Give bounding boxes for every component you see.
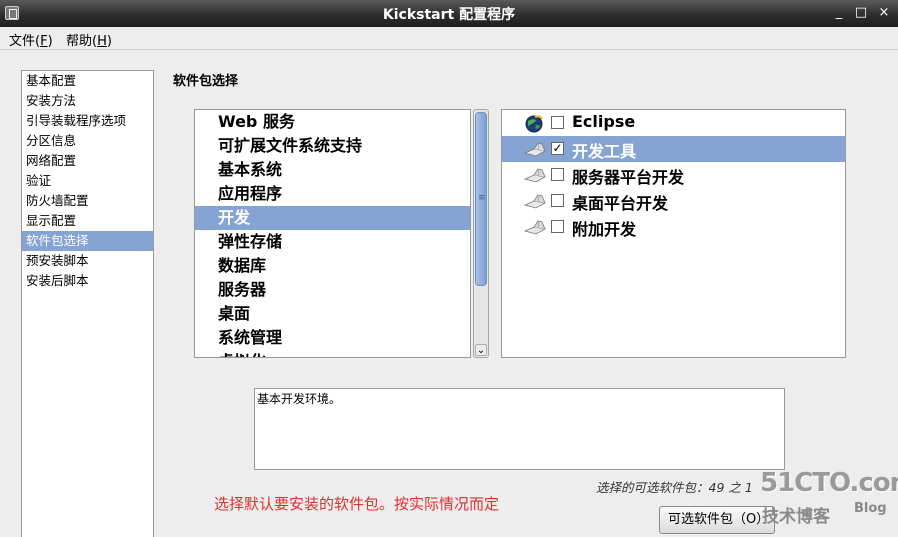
sidebar-item[interactable]: 引导装载程序选项	[22, 111, 153, 131]
package-label: 桌面平台开发	[572, 194, 669, 213]
package-row[interactable]: 服务器平台开发	[502, 162, 845, 188]
watermark: 51CTO.com 技术博客 Blog	[758, 468, 898, 534]
section-title: 软件包选择	[173, 74, 239, 89]
package-checkbox[interactable]	[551, 220, 564, 233]
menu-file[interactable]: 文件(F)	[9, 30, 53, 49]
title-bar: Kickstart 配置程序 _ □ ×	[0, 0, 898, 27]
package-group-item[interactable]: Web 服务	[195, 110, 470, 134]
package-checkbox[interactable]	[551, 194, 564, 207]
package-group-item[interactable]: 可扩展文件系统支持	[195, 134, 470, 158]
menu-help[interactable]: 帮助(H)	[66, 30, 112, 49]
sidebar-item[interactable]: 显示配置	[22, 211, 153, 231]
package-group-item[interactable]: 数据库	[195, 254, 470, 278]
package-group-item[interactable]: 服务器	[195, 278, 470, 302]
package-group-item[interactable]: 应用程序	[195, 182, 470, 206]
sidebar-item[interactable]: 分区信息	[22, 131, 153, 151]
close-button[interactable]: ×	[875, 4, 893, 22]
sidebar-item[interactable]: 防火墙配置	[22, 191, 153, 211]
package-checkbox[interactable]	[551, 168, 564, 181]
package-label: 附加开发	[572, 220, 637, 239]
annotation-text: 选择默认要安装的软件包。按实际情况而定	[214, 495, 500, 513]
package-row[interactable]: 桌面平台开发	[502, 188, 845, 214]
menu-file-mnemonic: F	[40, 34, 48, 49]
watermark-subtitle: 技术博客	[762, 507, 830, 527]
sidebar-item[interactable]: 网络配置	[22, 151, 153, 171]
description-box: 基本开发环境。	[254, 388, 785, 470]
package-row[interactable]: 附加开发	[502, 214, 845, 240]
package-label: Eclipse	[572, 112, 636, 131]
menu-help-label: 帮助(	[66, 34, 98, 49]
watermark-blog: Blog	[854, 501, 887, 516]
package-group-item[interactable]: 基本系统	[195, 158, 470, 182]
package-group-item[interactable]: 弹性存储	[195, 230, 470, 254]
package-checkbox[interactable]	[551, 116, 564, 129]
menu-file-label: 文件(	[9, 34, 41, 49]
package-row[interactable]: Eclipse	[502, 110, 845, 136]
package-group-item[interactable]: 桌面	[195, 302, 470, 326]
package-label: 服务器平台开发	[572, 168, 685, 187]
maximize-button[interactable]: □	[852, 4, 870, 22]
menu-bar: 文件(F) 帮助(H)	[0, 27, 898, 50]
package-row[interactable]: ✓ 开发工具	[502, 136, 845, 162]
globe-icon	[524, 115, 544, 133]
minimize-button[interactable]: _	[830, 4, 848, 22]
package-group-list: Web 服务 可扩展文件系统支持 基本系统 应用程序 开发 弹性存储 数据库 服务器 桌面 系统管…	[194, 109, 471, 358]
package-icon	[523, 141, 547, 157]
package-list: Eclipse ✓ 开发工具服务器平台开发 桌面平台开发 附加开发	[501, 109, 846, 358]
scrollbar-grip-icon: ≡	[478, 193, 486, 203]
sidebar-item[interactable]: 预安装脚本	[22, 251, 153, 271]
sidebar-item[interactable]: 基本配置	[22, 71, 153, 91]
package-icon	[523, 219, 547, 235]
menu-file-label-tail: )	[47, 34, 53, 49]
menu-help-mnemonic: H	[97, 34, 107, 49]
window-title: Kickstart 配置程序	[382, 7, 516, 23]
sidebar-nav: 基本配置 安装方法 引导装载程序选项 分区信息 网络配置 验证 防火墙配置 显示配置 软件包选择…	[21, 70, 154, 537]
sidebar-item[interactable]: 验证	[22, 171, 153, 191]
package-label: 开发工具	[572, 142, 637, 161]
package-group-item[interactable]: 开发	[195, 206, 470, 230]
scroll-down-arrow-icon[interactable]: ⌄	[475, 344, 487, 356]
package-checkbox[interactable]: ✓	[551, 142, 564, 155]
description-text: 基本开发环境。	[257, 392, 342, 406]
package-group-item[interactable]: 虚拟化	[195, 350, 470, 357]
group-list-scrollbar[interactable]: ≡ ⌄	[473, 109, 489, 358]
package-group-item[interactable]: 系统管理	[195, 326, 470, 350]
watermark-logo: 51CTO.com	[760, 468, 898, 498]
sidebar-item[interactable]: 安装后脚本	[22, 271, 153, 291]
scrollbar-thumb[interactable]: ≡	[475, 112, 487, 286]
optional-package-count: 选择的可选软件包：49 之 1	[596, 480, 753, 495]
package-icon	[523, 167, 547, 183]
sidebar-item[interactable]: 软件包选择	[22, 231, 153, 251]
sidebar-item[interactable]: 安装方法	[22, 91, 153, 111]
menu-help-label-tail: )	[106, 34, 112, 49]
package-icon	[523, 193, 547, 209]
